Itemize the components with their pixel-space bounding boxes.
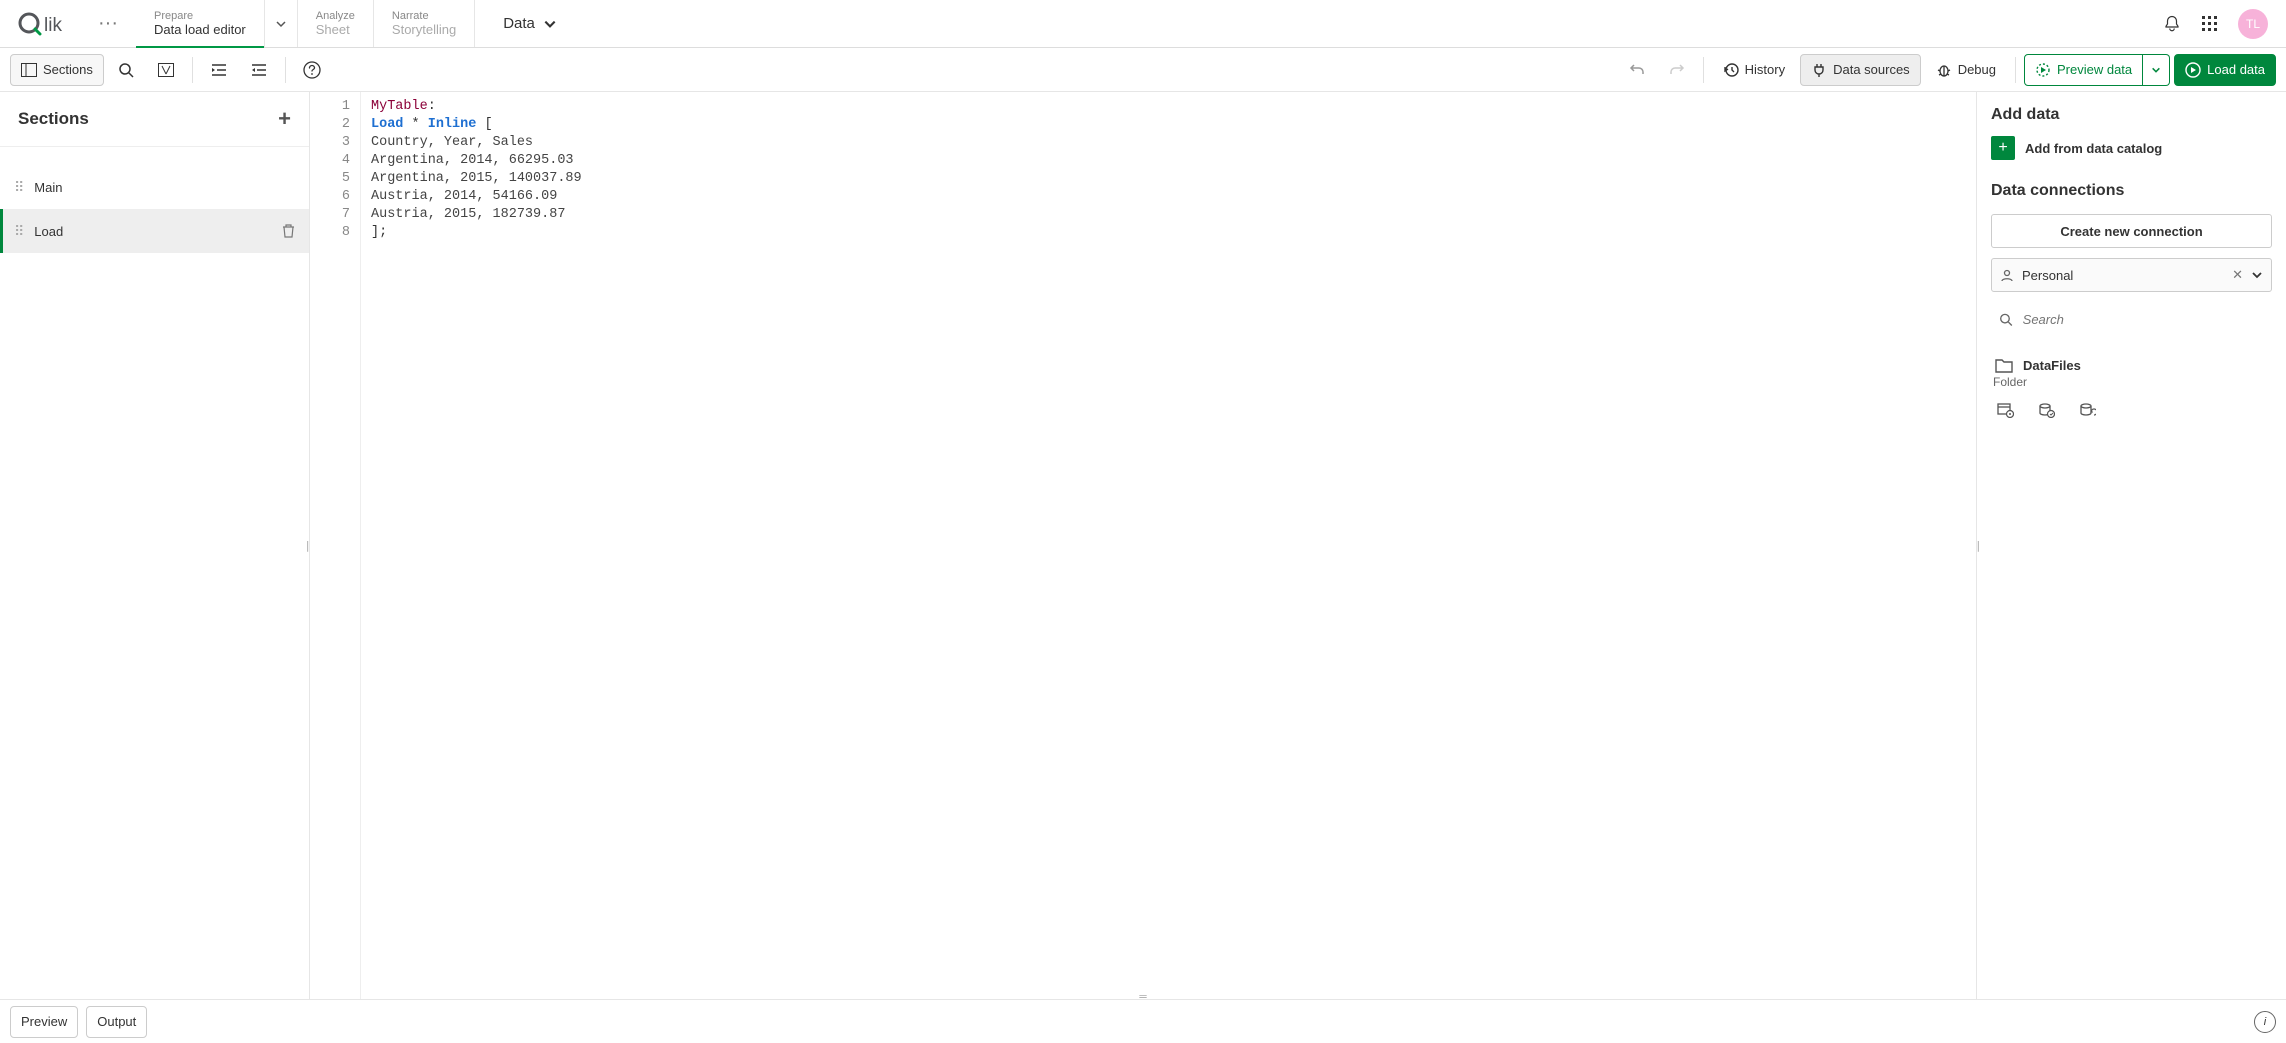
section-item-main[interactable]: ⠿ Main [0, 165, 309, 209]
preview-data-caret[interactable] [2143, 54, 2170, 86]
tab-caret[interactable] [265, 0, 298, 47]
data-sources-button[interactable]: Data sources [1800, 54, 1921, 86]
load-data-button[interactable]: Load data [2174, 54, 2276, 86]
redo-button[interactable] [1659, 54, 1695, 86]
undo-button[interactable] [1619, 54, 1655, 86]
data-panel: || Add data + Add from data catalog Data… [1976, 92, 2286, 999]
debug-button[interactable]: Debug [1925, 54, 2007, 86]
avatar[interactable]: TL [2238, 9, 2268, 39]
sections-toggle-button[interactable]: Sections [10, 54, 104, 86]
play-circle-icon [2185, 62, 2201, 78]
chevron-down-icon [543, 17, 557, 31]
insert-connection-button[interactable] [1997, 403, 2014, 418]
section-item-load[interactable]: ⠿ Load [0, 209, 309, 253]
tab-analyze-bottom: Sheet [316, 22, 355, 37]
tab-analyze[interactable]: Analyze Sheet [298, 0, 374, 47]
connection-search[interactable] [1991, 302, 2272, 336]
bottom-bar: Preview Output i [0, 999, 2286, 1043]
folder-icon [1995, 358, 2013, 373]
tab-narrate-bottom: Storytelling [392, 22, 456, 37]
help-button[interactable] [294, 54, 330, 86]
preview-data-label: Preview data [2057, 62, 2132, 77]
add-from-catalog-button[interactable]: + Add from data catalog [1991, 136, 2272, 160]
connection-type: Folder [1991, 375, 2272, 389]
app-more-icon[interactable]: ··· [98, 0, 136, 47]
search-button[interactable] [108, 54, 144, 86]
outdent-icon [251, 63, 267, 77]
svg-text:lik: lik [44, 15, 62, 36]
preview-data-button[interactable]: Preview data [2024, 54, 2143, 86]
section-label: Load [34, 224, 63, 239]
connection-name: DataFiles [2023, 358, 2081, 373]
delete-section-button[interactable] [282, 224, 295, 238]
data-sources-label: Data sources [1833, 62, 1910, 77]
collapse-data-panel-handle[interactable]: || [1976, 533, 1978, 559]
undo-icon [1629, 62, 1645, 78]
bell-icon[interactable] [2162, 14, 2182, 34]
drag-handle-icon[interactable]: ⠿ [14, 179, 24, 196]
topbar: lik ··· Prepare Data load editor Analyze… [0, 0, 2286, 48]
indent-icon [211, 63, 227, 77]
apps-grid-icon[interactable] [2200, 14, 2220, 34]
space-caret[interactable] [2251, 269, 2263, 281]
info-button[interactable]: i [2254, 1011, 2276, 1033]
section-label: Main [34, 180, 62, 195]
load-data-label: Load data [2207, 62, 2265, 77]
create-connection-button[interactable]: Create new connection [1991, 214, 2272, 248]
gutter: 1 2 3 4 5 6 7 8 [310, 92, 360, 999]
qlik-logo[interactable]: lik [0, 0, 98, 47]
help-icon [303, 61, 321, 79]
tab-prepare-bottom: Data load editor [154, 22, 246, 37]
tab-prepare[interactable]: Prepare Data load editor [136, 0, 265, 47]
connection-actions [1991, 399, 2272, 422]
debug-label: Debug [1958, 62, 1996, 77]
comment-icon [158, 63, 174, 77]
redo-icon [1669, 62, 1685, 78]
plug-icon [1811, 62, 1827, 78]
space-selector[interactable]: Personal ✕ [1991, 258, 2272, 292]
preview-icon [2035, 62, 2051, 78]
output-tab-button[interactable]: Output [86, 1006, 147, 1038]
indent-button[interactable] [201, 54, 237, 86]
search-icon [1999, 312, 2013, 327]
search-icon [118, 62, 134, 78]
space-name: Personal [2022, 268, 2073, 283]
data-connections-title: Data connections [1991, 182, 2272, 200]
tab-narrate-top: Narrate [392, 10, 456, 22]
refresh-connection-button[interactable] [2079, 403, 2096, 418]
toolbar: Sections History Data sources Debug Pre [0, 48, 2286, 92]
chevron-down-icon [2151, 65, 2161, 75]
sections-label: Sections [43, 62, 93, 77]
add-section-button[interactable]: + [278, 106, 291, 132]
add-data-title: Add data [1991, 106, 2272, 124]
tab-prepare-top: Prepare [154, 10, 246, 22]
history-button[interactable]: History [1712, 54, 1796, 86]
panel-icon [21, 63, 37, 77]
history-icon [1723, 62, 1739, 78]
select-data-button[interactable] [2038, 403, 2055, 418]
sections-panel: Sections + ⠿ Main ⠿ Load || [0, 92, 310, 999]
collapse-editor-handle[interactable]: ═ [1139, 990, 1146, 999]
plus-icon: + [1991, 136, 2015, 160]
add-from-catalog-label: Add from data catalog [2025, 141, 2162, 156]
code-content[interactable]: MyTable: Load * Inline [ Country, Year, … [360, 92, 1976, 999]
connection-search-input[interactable] [2023, 312, 2264, 327]
clear-space-button[interactable]: ✕ [2232, 267, 2243, 283]
person-icon [2000, 268, 2014, 282]
code-editor[interactable]: 1 2 3 4 5 6 7 8 MyTable: Load * Inline [… [310, 92, 1976, 999]
tab-analyze-top: Analyze [316, 10, 355, 22]
tab-narrate[interactable]: Narrate Storytelling [374, 0, 475, 47]
comment-toggle-button[interactable] [148, 54, 184, 86]
drag-handle-icon[interactable]: ⠿ [14, 223, 24, 240]
bug-icon [1936, 62, 1952, 78]
outdent-button[interactable] [241, 54, 277, 86]
app-name: Data [503, 15, 535, 32]
app-name-dropdown[interactable]: Data [475, 0, 585, 47]
preview-tab-button[interactable]: Preview [10, 1006, 78, 1038]
sections-title: Sections [18, 109, 89, 129]
history-label: History [1745, 62, 1785, 77]
connection-item[interactable]: DataFiles [1991, 352, 2272, 375]
